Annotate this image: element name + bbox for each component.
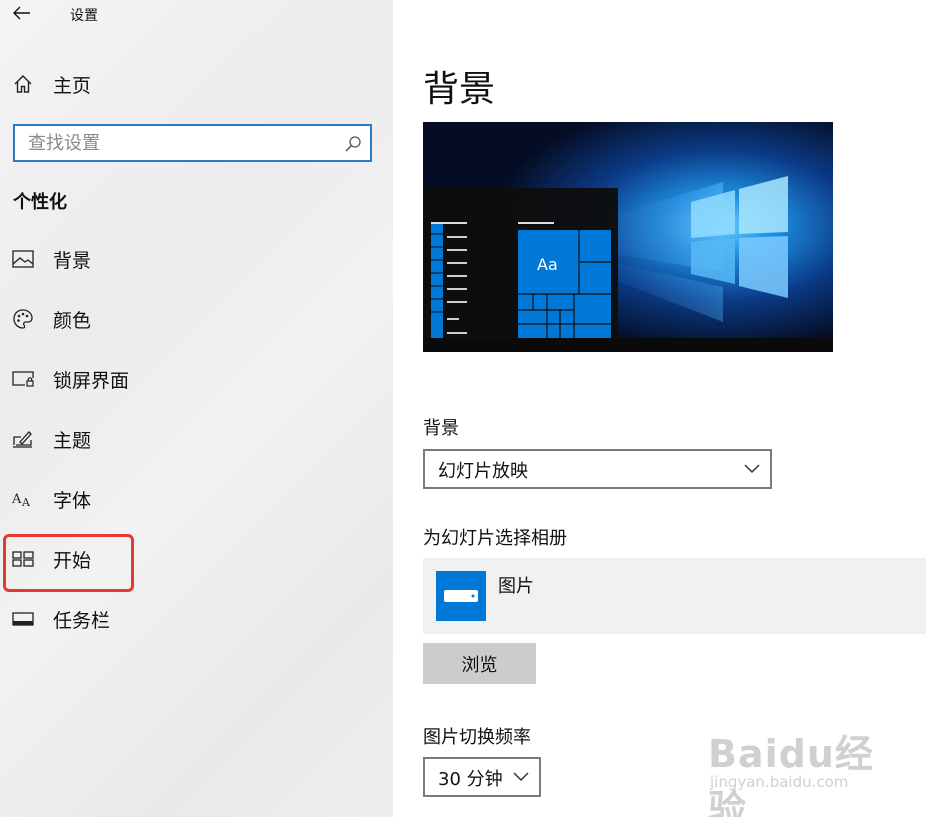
interval-dropdown[interactable]: 30 分钟 — [423, 757, 541, 797]
svg-text:A: A — [12, 492, 22, 507]
main-content: 背景 Aa 背景 幻灯片放映 为幻灯片选择相册 图片 浏览 图片切换频率 30 … — [393, 0, 926, 817]
interval-label: 图片切换频率 — [423, 727, 531, 748]
sidebar: 设置 主页 个性化 背景 — [0, 0, 393, 817]
font-icon: A A — [12, 488, 34, 510]
background-dropdown-value: 幻灯片放映 — [438, 461, 528, 482]
home-icon — [12, 73, 34, 95]
preview-tile-text: Aa — [537, 255, 558, 274]
sidebar-item-label: 主题 — [53, 429, 92, 452]
back-button[interactable] — [8, 2, 36, 24]
lock-screen-icon — [12, 368, 34, 390]
sidebar-item-fonts[interactable]: A A 字体 — [0, 477, 393, 521]
taskbar-icon — [12, 608, 34, 630]
chevron-down-icon — [513, 772, 529, 782]
sidebar-item-taskbar[interactable]: 任务栏 — [0, 597, 393, 641]
album-label: 为幻灯片选择相册 — [423, 528, 567, 549]
start-icon — [12, 548, 34, 570]
background-preview: Aa — [423, 122, 833, 352]
sidebar-item-themes[interactable]: 主题 — [0, 417, 393, 461]
desktop-preview-image: Aa — [423, 122, 833, 352]
nav-home[interactable]: 主页 — [0, 62, 393, 106]
sidebar-item-label: 背景 — [53, 249, 92, 272]
sidebar-item-label: 字体 — [53, 489, 92, 512]
svg-text:A: A — [21, 496, 31, 509]
watermark-brand: Baidu经验 — [708, 732, 874, 817]
search-box[interactable] — [13, 124, 372, 162]
album-name: 图片 — [498, 576, 534, 597]
section-heading: 个性化 — [13, 192, 67, 213]
picture-icon — [12, 248, 34, 270]
sidebar-item-start[interactable]: 开始 — [0, 537, 393, 581]
palette-icon — [12, 308, 34, 330]
sidebar-item-label: 锁屏界面 — [53, 369, 130, 392]
sidebar-item-lock-screen[interactable]: 锁屏界面 — [0, 357, 393, 401]
sidebar-item-colors[interactable]: 颜色 — [0, 297, 393, 341]
album-item[interactable]: 图片 — [423, 558, 926, 634]
page-title: 背景 — [423, 69, 496, 110]
pictures-folder-icon — [436, 571, 486, 621]
browse-button[interactable]: 浏览 — [423, 643, 536, 684]
title-bar: 设置 — [0, 0, 393, 30]
sidebar-item-label: 任务栏 — [53, 609, 111, 632]
background-label: 背景 — [423, 418, 459, 439]
background-dropdown[interactable]: 幻灯片放映 — [423, 449, 772, 489]
sidebar-item-background[interactable]: 背景 — [0, 237, 393, 281]
watermark-url: jingyan.baidu.com — [710, 773, 849, 791]
watermark: Baidu经验 jingyan.baidu.com — [708, 715, 878, 817]
app-title: 设置 — [70, 8, 98, 24]
sidebar-item-label: 颜色 — [53, 309, 92, 332]
interval-dropdown-value: 30 分钟 — [438, 769, 503, 790]
chevron-down-icon — [744, 464, 760, 474]
search-input[interactable] — [15, 126, 335, 160]
back-arrow-icon — [13, 6, 30, 20]
sidebar-item-label: 开始 — [53, 549, 92, 572]
theme-icon — [12, 428, 34, 450]
search-icon[interactable] — [344, 135, 362, 153]
nav-home-label: 主页 — [53, 74, 92, 97]
